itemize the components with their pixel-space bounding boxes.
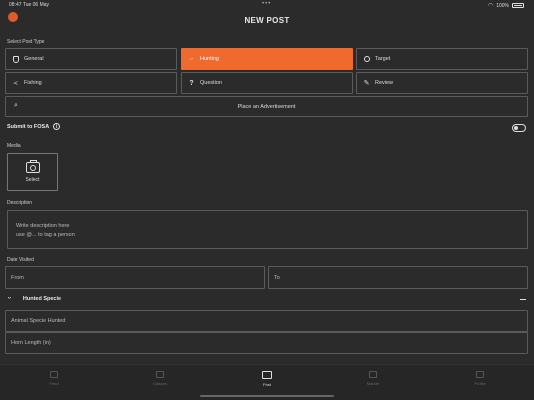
post-type-question[interactable]: ? Question: [181, 72, 353, 94]
tab-market-label: Market: [366, 381, 380, 386]
post-type-target[interactable]: Target: [356, 48, 528, 70]
animal-specie-placeholder: Animal Specie Hunted: [11, 318, 66, 324]
date-to-field[interactable]: To: [268, 266, 528, 289]
battery-percent: 100%: [496, 2, 509, 9]
shield-icon: [12, 55, 19, 63]
fosa-label: Submit to FOSA: [7, 123, 50, 130]
post-type-review-label: Review: [375, 80, 394, 86]
description-placeholder-line2: use @... to tag a person: [16, 232, 75, 238]
tab-profile-label: Profile: [474, 381, 486, 386]
post-type-fishing-label: Fishing: [24, 80, 42, 86]
post-type-target-label: Target: [375, 56, 391, 62]
info-icon[interactable]: i: [53, 123, 61, 130]
market-icon: [369, 371, 377, 378]
tab-feed-label: Feed: [49, 381, 59, 386]
post-type-general[interactable]: General: [5, 48, 177, 70]
horn-length-placeholder: Horn Length (in): [11, 340, 51, 346]
media-select-label: Select: [25, 176, 40, 183]
hunted-specie-header[interactable]: ᵕ Hunted Specie: [8, 295, 61, 302]
camera-icon: [262, 371, 272, 379]
home-indicator: [200, 395, 334, 397]
question-icon: ?: [189, 79, 194, 87]
status-time: 08:47 Tue 06 May: [9, 2, 50, 8]
classes-icon: [156, 371, 164, 378]
tab-classes-label: Classes: [152, 381, 168, 386]
fosa-toggle[interactable]: [512, 124, 526, 132]
animal-specie-field[interactable]: Animal Specie Hunted: [5, 310, 528, 332]
toggle-knob: [514, 126, 518, 130]
phone-icon: [50, 371, 58, 378]
tab-post-label: Post: [262, 382, 271, 387]
post-type-review[interactable]: ✎ Review: [356, 72, 528, 94]
horns-icon: ᵕ: [8, 295, 11, 302]
description-textarea[interactable]: Write description here use @... to tag a…: [7, 210, 528, 249]
multitasking-dots-icon[interactable]: •••: [262, 1, 271, 7]
camera-icon: [25, 159, 40, 173]
paperclip-icon: ⌕: [14, 102, 18, 109]
tab-classes[interactable]: Classes: [135, 371, 185, 386]
post-type-hunting[interactable]: ᵕ Hunting: [181, 48, 353, 70]
date-visited-label: Date Visited: [7, 257, 34, 263]
fosa-row: Submit to FOSA i: [7, 123, 61, 130]
date-to-placeholder: To: [274, 274, 280, 281]
tab-post[interactable]: Post: [242, 371, 292, 387]
status-right: ◠ 100%: [488, 2, 524, 9]
horn-length-field[interactable]: Horn Length (in): [5, 332, 528, 354]
hunted-specie-label: Hunted Specie: [22, 295, 62, 302]
advertisement-label: Place an Advertisement: [237, 103, 296, 110]
description-placeholder-line1: Write description here: [16, 223, 70, 229]
profile-icon: [476, 371, 484, 378]
tab-profile[interactable]: Profile: [455, 371, 505, 386]
battery-icon: [512, 3, 524, 8]
fish-icon: ≺: [12, 80, 19, 87]
date-from-field[interactable]: From: [5, 266, 265, 289]
page-title: NEW POST: [244, 16, 290, 25]
date-from-placeholder: From: [11, 274, 24, 281]
media-label: Media: [7, 143, 21, 149]
media-select-button[interactable]: Select: [7, 153, 58, 191]
tab-market[interactable]: Market: [348, 371, 398, 386]
description-label: Description: [7, 200, 33, 206]
pencil-icon: ✎: [363, 80, 370, 87]
post-type-general-label: General: [24, 56, 44, 62]
post-type-question-label: Question: [200, 80, 223, 86]
horns-icon: ᵕ: [190, 55, 193, 63]
tab-feed[interactable]: Feed: [29, 371, 79, 386]
post-type-fishing[interactable]: ≺ Fishing: [5, 72, 177, 94]
post-type-hunting-label: Hunting: [200, 56, 219, 62]
collapse-minus-icon[interactable]: [520, 299, 526, 301]
crosshair-icon: [363, 56, 370, 63]
post-type-label: Select Post Type: [7, 39, 45, 45]
wifi-icon: ◠: [487, 3, 494, 9]
advertisement-button[interactable]: ⌕ Place an Advertisement: [5, 96, 528, 117]
status-bar: 08:47 Tue 06 May ••• ◠ 100%: [0, 0, 534, 10]
